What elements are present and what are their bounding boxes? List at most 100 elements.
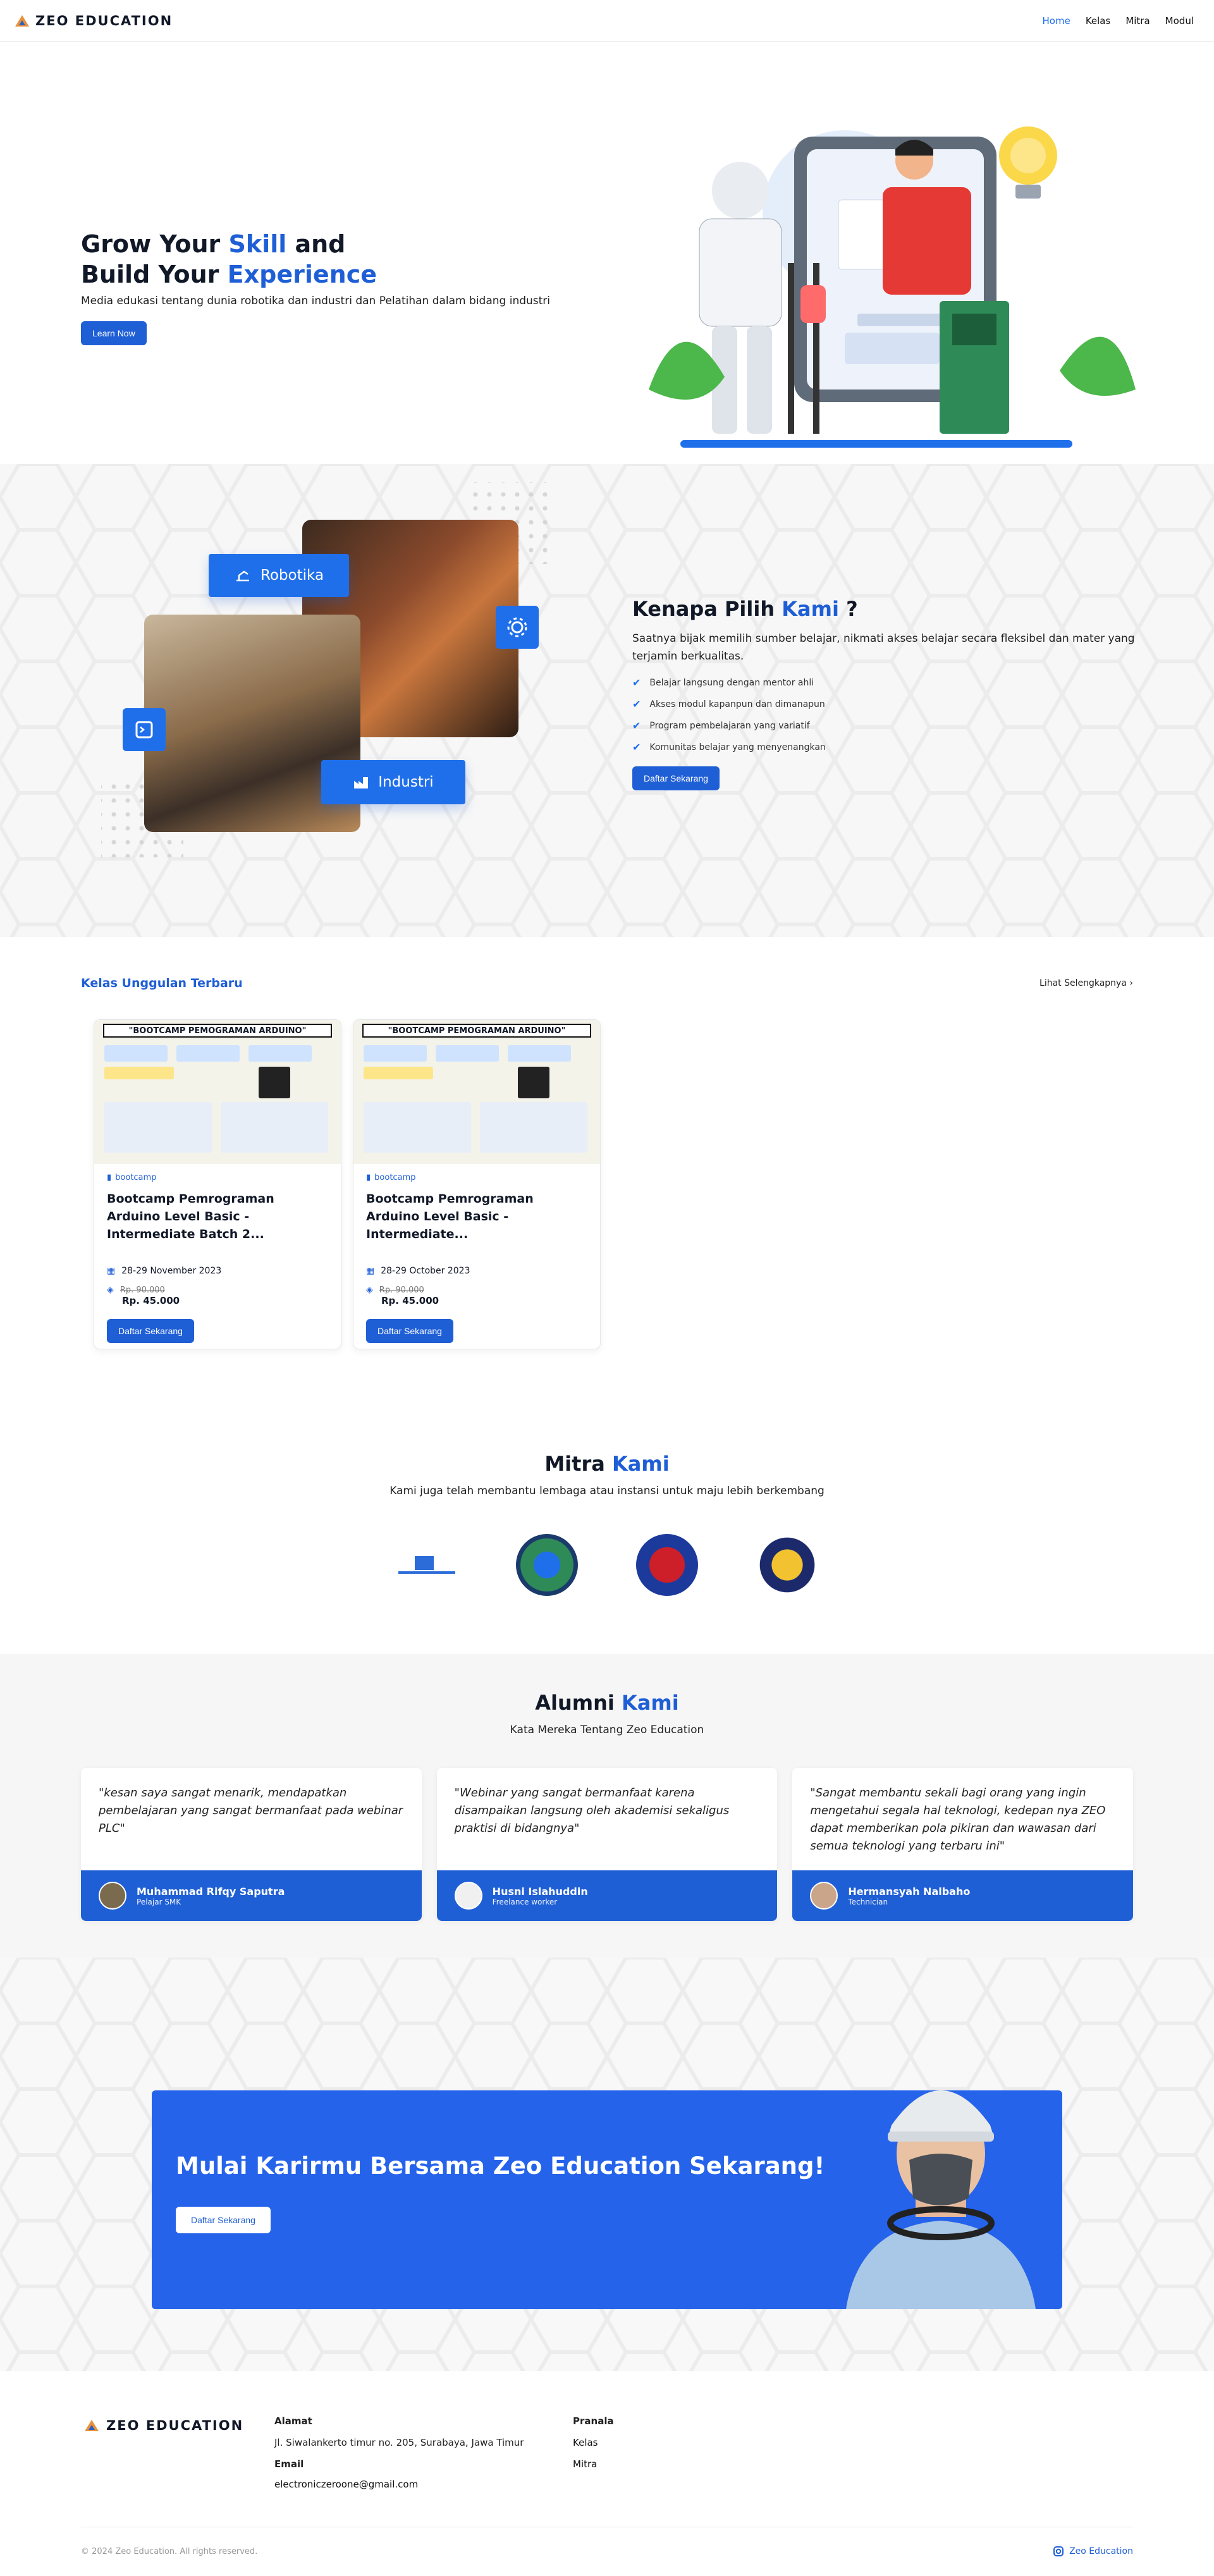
course-tag-label: bootcamp — [115, 1173, 157, 1182]
testimonial-quote: "Webinar yang sangat bermanfaat karena d… — [454, 1786, 730, 1835]
course-card[interactable]: "BOOTCAMP PEMOGRAMAN ARDUINO" ▮ bootcamp … — [94, 1019, 341, 1349]
course-tag-label: bootcamp — [374, 1173, 416, 1182]
alamat-label: Alamat — [274, 2415, 312, 2427]
poster-title: "BOOTCAMP PEMOGRAMAN ARDUINO" — [362, 1024, 591, 1038]
calendar-icon: ▦ — [107, 1266, 116, 1276]
course-card-body: ▮ bootcamp Bootcamp Pemrograman Arduino L… — [353, 1164, 600, 1349]
footer-link-kelas[interactable]: Kelas — [573, 2437, 598, 2448]
avatar — [99, 1882, 126, 1910]
hero-illustration — [649, 126, 1136, 448]
check-item: ✔ Program pembelajaran yang variatif — [632, 720, 1138, 732]
why-description: Saatnya bijak memilih sumber belajar, ni… — [632, 632, 1135, 663]
hero-text: Grow Your Skill and Build Your Experienc… — [81, 229, 612, 345]
course-register-button[interactable]: Daftar Sekarang — [366, 1319, 453, 1343]
terminal-icon — [123, 708, 166, 751]
why-text: Kenapa Pilih Kami ? Saatnya bijak memili… — [632, 597, 1138, 790]
footer-brand-name: ZEO EDUCATION — [106, 2418, 244, 2433]
alamat-text: Jl. Siwalankerto timur no. 205, Surabaya… — [274, 2437, 524, 2448]
check-item: ✔ Belajar langsung dengan mentor ahli — [632, 677, 1138, 689]
why-section: Robotika Industri Kenapa Pilih Kami ? Sa… — [0, 464, 1214, 937]
see-more-link[interactable]: Lihat Selengkapnya › — [1039, 978, 1133, 988]
partner-logos — [0, 1534, 1214, 1596]
partner-logo-3 — [636, 1534, 698, 1596]
course-title[interactable]: Bootcamp Pemrograman Arduino Level Basic… — [107, 1190, 328, 1243]
nav-links: Home Kelas Mitra Modul — [1043, 15, 1194, 27]
hero-title-highlight: Experience — [227, 261, 377, 288]
hero-section: Grow Your Skill and Build Your Experienc… — [0, 42, 1214, 464]
instagram-label: Zeo Education — [1069, 2546, 1133, 2556]
author-name: Muhammad Rifqy Saputra — [137, 1885, 285, 1898]
email-link[interactable]: electroniczeroone@gmail.com — [274, 2479, 418, 2490]
course-poster: "BOOTCAMP PEMOGRAMAN ARDUINO" — [353, 1020, 600, 1164]
nav-mitra[interactable]: Mitra — [1125, 15, 1150, 27]
brand-logo-icon — [85, 2420, 99, 2431]
instagram-icon — [1053, 2546, 1064, 2556]
avatar — [454, 1882, 482, 1910]
price-old: Rp. 90.000 — [379, 1285, 424, 1295]
poster-title: "BOOTCAMP PEMOGRAMAN ARDUINO" — [103, 1024, 332, 1038]
partner-logo-4 — [756, 1534, 818, 1596]
course-tag: ▮ bootcamp — [107, 1173, 328, 1182]
nav-kelas[interactable]: Kelas — [1086, 15, 1111, 27]
testimonial-quote: "Sangat membantu sekali bagi orang yang … — [810, 1786, 1106, 1853]
partners-subtitle: Kami juga telah membantu lembaga atau in… — [389, 1485, 825, 1497]
brand-logo-icon — [15, 15, 29, 27]
courses-header: Kelas Unggulan Terbaru Lihat Selengkapny… — [81, 976, 1133, 990]
check-icon: ✔ — [632, 741, 641, 753]
course-date-label: 28-29 November 2023 — [121, 1266, 222, 1276]
testimonial-author: Muhammad Rifqy Saputra Pelajar SMK — [81, 1870, 422, 1921]
testimonial-author: Husni Islahuddin Freelance worker — [436, 1870, 778, 1921]
bookmark-icon: ▮ — [366, 1173, 371, 1182]
testimonial-author: Hermansyah Nalbaho Technician — [792, 1870, 1134, 1921]
partners-title: Mitra Kami — [0, 1413, 1214, 1476]
testimonial-card: "Webinar yang sangat bermanfaat karena d… — [436, 1768, 778, 1921]
testimonial-cards: "kesan saya sangat menarik, mendapatkan … — [81, 1768, 1134, 1921]
hero-title: Grow Your Skill and Build Your Experienc… — [81, 229, 612, 290]
factory-icon — [354, 777, 369, 788]
check-item: ✔ Komunitas belajar yang menyenangkan — [632, 741, 1138, 753]
chevron-right-icon: › — [1129, 978, 1133, 988]
check-icon: ✔ — [632, 720, 641, 732]
check-item-label: Akses modul kapanpun dan dimanapun — [649, 699, 825, 709]
price-tag-icon: ◈ — [107, 1285, 114, 1295]
course-title[interactable]: Bootcamp Pemrograman Arduino Level Basic… — [366, 1190, 587, 1243]
nav-modul[interactable]: Modul — [1165, 15, 1194, 27]
course-register-button[interactable]: Daftar Sekarang — [107, 1319, 194, 1343]
testimonial-card: "Sangat membantu sekali bagi orang yang … — [792, 1768, 1134, 1921]
check-item-label: Belajar langsung dengan mentor ahli — [649, 677, 814, 688]
gear-icon — [496, 606, 539, 649]
hero-title-part: Grow Your — [81, 230, 229, 258]
footer-link-mitra[interactable]: Mitra — [573, 2458, 597, 2470]
check-item-label: Komunitas belajar yang menyenangkan — [649, 742, 826, 752]
price-new: Rp. 45.000 — [381, 1295, 439, 1306]
worker-photo — [846, 2090, 1036, 2309]
cta-title: Mulai Karirmu Bersama Zeo Education Seka… — [176, 2152, 825, 2180]
partner-logo-1 — [398, 1556, 455, 1574]
author-role: Freelance worker — [492, 1897, 558, 1906]
instagram-link[interactable]: Zeo Education — [1053, 2546, 1133, 2557]
copyright: © 2024 Zeo Education. All rights reserve… — [81, 2547, 258, 2556]
price-tag-icon: ◈ — [366, 1285, 373, 1295]
check-item-label: Program pembelajaran yang variatif — [649, 720, 810, 731]
partners-title-part: Mitra — [544, 1452, 612, 1476]
course-card[interactable]: "BOOTCAMP PEMOGRAMAN ARDUINO" ▮ bootcamp … — [353, 1019, 601, 1349]
courses-section: Kelas Unggulan Terbaru Lihat Selengkapny… — [0, 937, 1214, 1413]
hero-title-part: Build Your — [81, 261, 228, 288]
partners-section: Mitra Kami Kami juga telah membantu lemb… — [0, 1413, 1214, 1654]
course-price: ◈ Rp. 90.000 — [366, 1285, 587, 1295]
testimonials-section: Alumni Kami Kata Mereka Tentang Zeo Educ… — [0, 1654, 1214, 1958]
author-role: Pelajar SMK — [137, 1897, 181, 1906]
testimonials-title-part: Alumni — [535, 1691, 622, 1715]
register-button[interactable]: Daftar Sekarang — [632, 766, 720, 790]
cta-register-button[interactable]: Daftar Sekarang — [176, 2207, 271, 2233]
brand[interactable]: ZEO EDUCATION — [15, 13, 173, 28]
nav-home[interactable]: Home — [1043, 15, 1070, 27]
footer-brand[interactable]: ZEO EDUCATION — [85, 2418, 243, 2433]
chip-industri-label: Industri — [378, 774, 434, 790]
learn-now-button[interactable]: Learn Now — [81, 321, 147, 345]
footer-contact: Alamat Jl. Siwalankerto timur no. 205, S… — [274, 2415, 524, 2500]
bookmark-icon: ▮ — [107, 1173, 112, 1182]
chip-robotika: Robotika — [209, 554, 349, 597]
testimonials-title-highlight: Kami — [622, 1691, 679, 1715]
course-price: ◈ Rp. 90.000 — [107, 1285, 328, 1295]
